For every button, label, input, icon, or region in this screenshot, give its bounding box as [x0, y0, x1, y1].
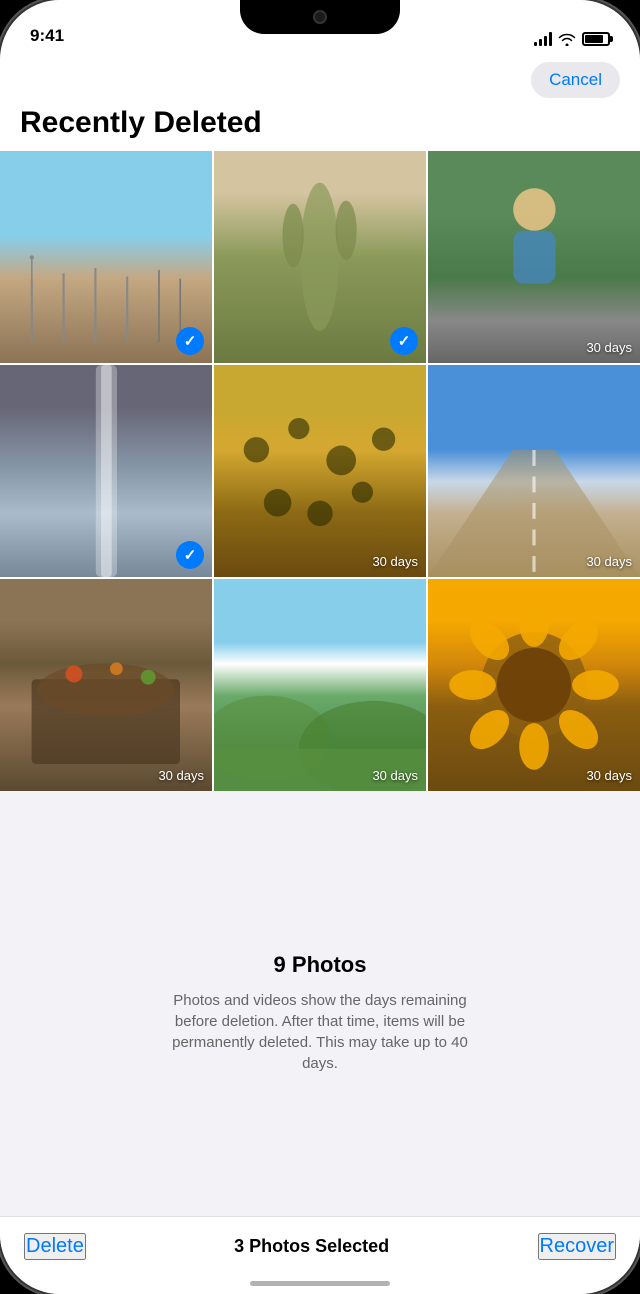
photo-cell-5[interactable]: 30 days [214, 365, 426, 577]
baby-decoration [492, 183, 577, 289]
photo-cell-1[interactable] [0, 151, 212, 363]
status-time: 9:41 [30, 26, 64, 46]
selection-check-2 [390, 327, 418, 355]
cactus-decoration [256, 172, 383, 342]
photo-cell-4[interactable] [0, 365, 212, 577]
photo-cell-2[interactable] [214, 151, 426, 363]
info-description: Photos and videos show the days remainin… [160, 990, 480, 1074]
photo-cell-7[interactable]: 30 days [0, 579, 212, 791]
content-area: Cancel Recently Deleted [0, 54, 640, 1294]
photo-cell-3[interactable]: 30 days [428, 151, 640, 363]
selected-count-label: 3 Photos Selected [234, 1236, 389, 1257]
cancel-button[interactable]: Cancel [531, 62, 620, 98]
selection-check-4 [176, 541, 204, 569]
waterfall-decoration [64, 365, 149, 577]
signal-icon [534, 32, 552, 46]
photo-grid: 30 days [0, 151, 640, 791]
photo-cell-6[interactable]: 30 days [428, 365, 640, 577]
screen: 9:41 [0, 0, 640, 1294]
days-badge-8: 30 days [372, 768, 418, 783]
header-top: Cancel [20, 62, 620, 98]
bottom-bar: Delete 3 Photos Selected Recover [0, 1216, 640, 1294]
home-indicator [250, 1281, 390, 1286]
delete-button[interactable]: Delete [24, 1233, 86, 1260]
bees-decoration [214, 365, 426, 577]
compost-decoration [21, 621, 191, 769]
photo-count: 9 Photos [274, 952, 367, 978]
days-badge-7: 30 days [158, 768, 204, 783]
status-icons [534, 32, 610, 46]
windmill-decoration [0, 215, 212, 342]
phone-frame: 9:41 [0, 0, 640, 1294]
notch [240, 0, 400, 34]
battery-icon [582, 32, 610, 46]
photo-cell-9[interactable]: 30 days [428, 579, 640, 791]
selection-check-1 [176, 327, 204, 355]
recover-button[interactable]: Recover [538, 1233, 616, 1260]
photo-cell-8[interactable]: 30 days [214, 579, 426, 791]
days-badge-9: 30 days [586, 768, 632, 783]
days-badge-6: 30 days [586, 554, 632, 569]
front-camera [313, 10, 327, 24]
header: Cancel Recently Deleted [0, 54, 640, 151]
page-title: Recently Deleted [20, 106, 620, 139]
days-badge-3: 30 days [586, 340, 632, 355]
days-badge-5: 30 days [372, 554, 418, 569]
sunflower-decoration [428, 579, 640, 791]
wifi-icon [558, 32, 576, 46]
